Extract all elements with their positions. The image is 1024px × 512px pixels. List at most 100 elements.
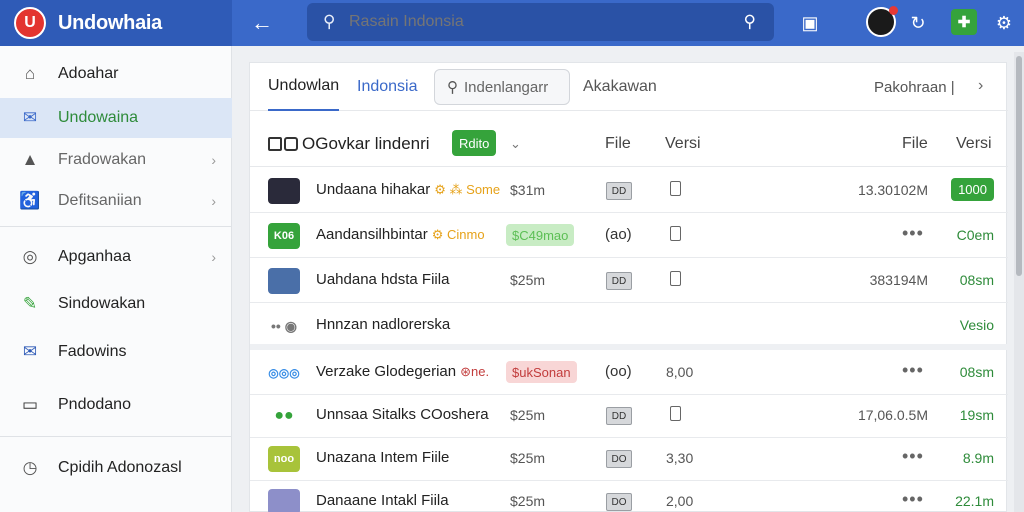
file-name: Unnsaa Sitalks COoshera bbox=[316, 406, 489, 423]
file-value: 17,06.0.5M bbox=[857, 407, 928, 423]
chevron-right-icon: › bbox=[211, 249, 216, 265]
file-thumbnail bbox=[268, 268, 300, 294]
file-type-badge: DD bbox=[606, 272, 632, 290]
more-options-icon[interactable]: ••• bbox=[902, 489, 924, 510]
sidebar-item-label: Adoahar bbox=[58, 65, 119, 82]
sidebar-item-label: Fadowins bbox=[58, 343, 127, 360]
document-icon bbox=[670, 226, 681, 241]
table-row[interactable]: ●● Unnsaa Sitalks COoshera $25m DD 17,06… bbox=[250, 393, 1008, 438]
sidebar-item-globe[interactable]: ◎ Apganhaa › bbox=[0, 237, 232, 277]
file-thumbnail: noo bbox=[268, 446, 300, 472]
table-row[interactable]: •• ◉ Hnnzan nadlorerska Vesio bbox=[250, 303, 1008, 348]
file-type-text: (ao) bbox=[605, 226, 632, 243]
link-icon: ◎◎◎ bbox=[268, 366, 300, 380]
search-submit-icon[interactable]: ⚲ bbox=[744, 12, 756, 32]
globe-icon: ◎ bbox=[22, 247, 38, 266]
select-all-checkbox[interactable] bbox=[268, 136, 282, 151]
tab-akakawan[interactable]: Akakawan bbox=[583, 63, 657, 111]
table-row[interactable]: K06 Aandansilhbintar ⚙ Cinmo $C49mao (ao)… bbox=[250, 213, 1008, 258]
search-icon: ⚲ bbox=[323, 12, 336, 31]
sidebar-item-mail[interactable]: ✉ Undowaina bbox=[0, 98, 232, 138]
table-row[interactable]: Undaana hihakar ⚙ ⁂ Some $31m DD 13.30102… bbox=[250, 168, 1008, 213]
clock-icon: ◷ bbox=[22, 458, 38, 477]
table-row[interactable]: noo Unazana Intem Fiile $25m DO 3,30 •••… bbox=[250, 436, 1008, 481]
group-badge[interactable]: Rdito bbox=[452, 130, 497, 156]
sidebar-item-history[interactable]: ◷ Cpidih Adonozasl bbox=[0, 448, 232, 488]
scrollbar[interactable] bbox=[1014, 52, 1024, 512]
group-title: OGovkar lindenri bbox=[302, 133, 430, 153]
chevron-down-icon[interactable]: ⌄ bbox=[510, 136, 521, 152]
gear-icon[interactable]: ⚙ bbox=[990, 9, 1018, 37]
status-text: 19sm bbox=[959, 407, 994, 423]
avatar[interactable] bbox=[866, 6, 898, 37]
accessibility-icon: ♿ bbox=[19, 191, 41, 210]
file-thumbnail: K06 bbox=[268, 223, 300, 249]
version-value: 3,30 bbox=[666, 450, 694, 466]
status-badge[interactable]: 1000 bbox=[951, 178, 994, 201]
back-arrow-icon[interactable]: ← bbox=[248, 9, 276, 37]
search-bar[interactable]: ⚲ ⚲ bbox=[307, 3, 774, 41]
column-header-file[interactable]: File bbox=[605, 135, 631, 153]
column-header-file-2[interactable]: File bbox=[902, 135, 928, 153]
chevron-right-icon[interactable]: › bbox=[978, 77, 983, 95]
refresh-icon[interactable]: ↻ bbox=[904, 9, 932, 37]
file-type-badge: DD bbox=[606, 407, 632, 425]
search-input[interactable] bbox=[349, 13, 719, 31]
file-type-badge: DD bbox=[606, 182, 632, 200]
table-row[interactable]: Uahdana hdsta Fiila $25m DD 383194M 08sm bbox=[250, 258, 1008, 303]
more-options-icon[interactable]: ••• bbox=[902, 446, 924, 467]
main-panel: Undowlan Indonsia ⚲ Indenlangarr Akakawa… bbox=[249, 62, 1008, 512]
tab-label: Indonsia bbox=[357, 78, 418, 95]
file-name: Uahdana hdsta Fiila bbox=[316, 271, 450, 288]
version-value: 2,00 bbox=[666, 493, 694, 509]
status-text: 8.9m bbox=[962, 450, 994, 466]
sidebar-item-label: Undowaina bbox=[58, 109, 139, 126]
file-value: 13.30102M bbox=[857, 182, 928, 198]
tab-indonsia[interactable]: Indonsia bbox=[357, 63, 418, 111]
toggle-icon: ●● bbox=[274, 407, 294, 424]
sidebar-item-inbox[interactable]: ✉ Fadowins bbox=[0, 332, 232, 372]
sidebar-item-home[interactable]: ⌂ Adoahar bbox=[0, 54, 232, 94]
tab-bar: Undowlan Indonsia ⚲ Indenlangarr Akakawa… bbox=[250, 63, 1008, 111]
document-icon bbox=[670, 181, 681, 196]
file-name: Verzake Glodegerian ⊛ne. bbox=[316, 363, 490, 380]
column-header-versi-2[interactable]: Versi bbox=[956, 135, 992, 153]
tab-undowlan[interactable]: Undowlan bbox=[268, 63, 340, 111]
file-name: Danaane Intakl Fiila bbox=[316, 492, 449, 509]
table-row[interactable]: Danaane Intakl Fiila $25m DO 2,00 ••• 22… bbox=[250, 479, 1008, 512]
tab-search-placeholder: Indenlangarr bbox=[464, 78, 549, 96]
document-icon bbox=[670, 271, 681, 286]
column-header-versi[interactable]: Versi bbox=[665, 135, 701, 153]
file-name: Hnnzan nadlorerska bbox=[316, 316, 451, 333]
sidebar-item-reports[interactable]: ▲ Fradowakan › bbox=[0, 140, 232, 180]
document-icon bbox=[670, 406, 681, 421]
table-header: OGovkar lindenri Rdito ⌄ File Versi File… bbox=[250, 121, 1008, 167]
status-text: Vesio bbox=[959, 317, 994, 333]
camera-icon[interactable]: ▣ bbox=[796, 9, 824, 37]
sidebar-item-label: Sindowakan bbox=[58, 295, 146, 312]
top-bar: U Undowhaia ← ⚲ ⚲ ▣ ↻ ✚ ⚙ bbox=[0, 0, 1024, 46]
file-value: 383194M bbox=[869, 272, 928, 288]
table-row[interactable]: ◎◎◎ Verzake Glodegerian ⊛ne. $ukSonan (oo… bbox=[250, 350, 1008, 395]
sidebar-item-label: Cpidih Adonozasl bbox=[58, 459, 182, 476]
sidebar-item-accessibility[interactable]: ♿ Defitsaniian › bbox=[0, 181, 232, 221]
file-name: Aandansilhbintar ⚙ Cinmo bbox=[316, 226, 485, 243]
mail-open-icon: ✉ bbox=[22, 342, 38, 361]
file-size: $25m bbox=[510, 450, 546, 466]
brand[interactable]: U Undowhaia bbox=[0, 0, 232, 46]
price-pill: $C49mao bbox=[506, 224, 575, 246]
action-green-button[interactable]: ✚ bbox=[951, 9, 977, 35]
file-name: Unazana Intem Fiile bbox=[316, 449, 450, 466]
scrollbar-thumb[interactable] bbox=[1016, 56, 1022, 276]
more-options-icon[interactable]: ••• bbox=[902, 360, 924, 381]
more-options-icon[interactable]: ••• bbox=[902, 223, 924, 244]
sidebar-item-documents[interactable]: ▭ Pndodano bbox=[0, 385, 232, 425]
tab-search-field[interactable]: ⚲ Indenlangarr bbox=[434, 69, 570, 105]
tab-right-label[interactable]: Pakohraan | bbox=[874, 63, 955, 111]
file-size: $25m bbox=[510, 407, 546, 423]
status-text: 08sm bbox=[959, 364, 994, 380]
divider bbox=[0, 436, 231, 437]
sidebar-item-label: Fradowakan bbox=[58, 151, 147, 168]
file-size: $25m bbox=[510, 493, 546, 509]
sidebar-item-edit[interactable]: ✎ Sindowakan bbox=[0, 284, 232, 324]
